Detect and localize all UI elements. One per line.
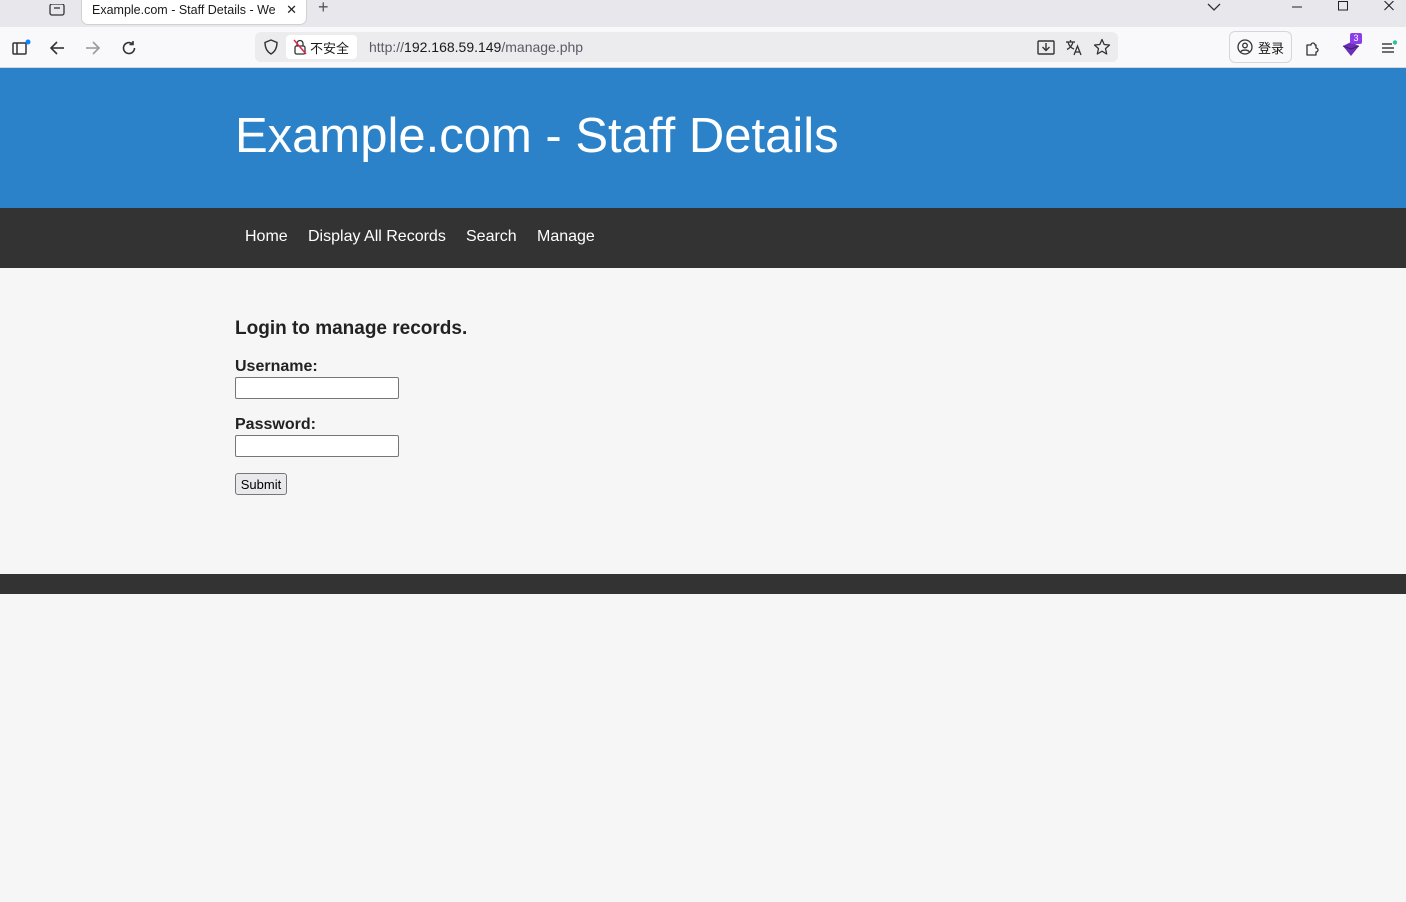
url-path: /manage.php: [501, 39, 584, 55]
tracking-shield-icon[interactable]: [263, 39, 279, 55]
login-label: 登录: [1257, 40, 1284, 56]
insecure-label: 不安全: [310, 40, 350, 56]
app-menu-icon[interactable]: [1377, 37, 1399, 59]
password-input[interactable]: [235, 435, 399, 457]
reload-icon[interactable]: [118, 37, 140, 59]
url-host: 192.168.59.149: [404, 39, 502, 55]
new-tab-icon[interactable]: +: [318, 0, 329, 16]
password-label: Password:: [235, 416, 316, 433]
submit-button[interactable]: Submit: [235, 473, 287, 495]
url-text[interactable]: http://192.168.59.149/manage.php: [369, 39, 583, 55]
login-form-section: Login to manage records. Username: Passw…: [235, 318, 835, 495]
site-footer: [0, 574, 1406, 594]
login-form: Username: Password: Submit: [235, 358, 835, 495]
nav-link-display-all-records[interactable]: Display All Records: [308, 228, 446, 246]
extension-addon-icon[interactable]: 3: [1340, 33, 1362, 59]
maximize-icon[interactable]: [1331, 0, 1355, 12]
save-page-icon[interactable]: [1037, 38, 1055, 56]
browser-tab-bar: Example.com - Staff Details - We ✕ +: [0, 0, 1406, 27]
extensions-puzzle-icon[interactable]: [1302, 37, 1324, 59]
translate-icon[interactable]: [1065, 38, 1083, 56]
browser-toolbar: 不安全 http://192.168.59.149/manage.php 登录 …: [0, 27, 1406, 68]
tab-close-icon[interactable]: ✕: [286, 3, 297, 17]
nav-link-home[interactable]: Home: [245, 228, 288, 246]
connection-insecure-badge[interactable]: 不安全: [286, 35, 358, 59]
forward-arrow-icon[interactable]: [82, 37, 104, 59]
web-page: Example.com - Staff Details Home Display…: [0, 68, 1406, 902]
nav-link-search[interactable]: Search: [466, 228, 517, 246]
account-login-button[interactable]: 登录: [1229, 31, 1292, 63]
username-label: Username:: [235, 358, 318, 375]
browser-tab-active[interactable]: Example.com - Staff Details - We ✕: [82, 0, 306, 24]
nav-link-manage[interactable]: Manage: [537, 228, 595, 246]
login-heading: Login to manage records.: [235, 318, 468, 339]
insecure-lock-icon: [293, 39, 307, 55]
tab-title: Example.com - Staff Details - We: [92, 3, 276, 17]
site-header: Example.com - Staff Details: [0, 68, 1406, 208]
sidebar-tabs-icon[interactable]: [10, 37, 32, 59]
url-scheme: http://: [369, 39, 405, 55]
tab-list-icon[interactable]: [46, 0, 68, 20]
minimize-icon[interactable]: [1285, 0, 1309, 12]
extension-badge: 3: [1350, 33, 1362, 44]
site-title: Example.com - Staff Details: [235, 109, 839, 163]
tab-dropdown-chevron-icon[interactable]: [1206, 0, 1222, 12]
bookmark-star-icon[interactable]: [1093, 38, 1111, 56]
address-bar[interactable]: 不安全 http://192.168.59.149/manage.php: [255, 32, 1118, 62]
site-navigation: Home Display All Records Search Manage: [0, 208, 1406, 268]
window-close-icon[interactable]: [1377, 0, 1401, 12]
account-icon: [1237, 39, 1253, 55]
username-input[interactable]: [235, 377, 399, 399]
back-arrow-icon[interactable]: [46, 37, 68, 59]
